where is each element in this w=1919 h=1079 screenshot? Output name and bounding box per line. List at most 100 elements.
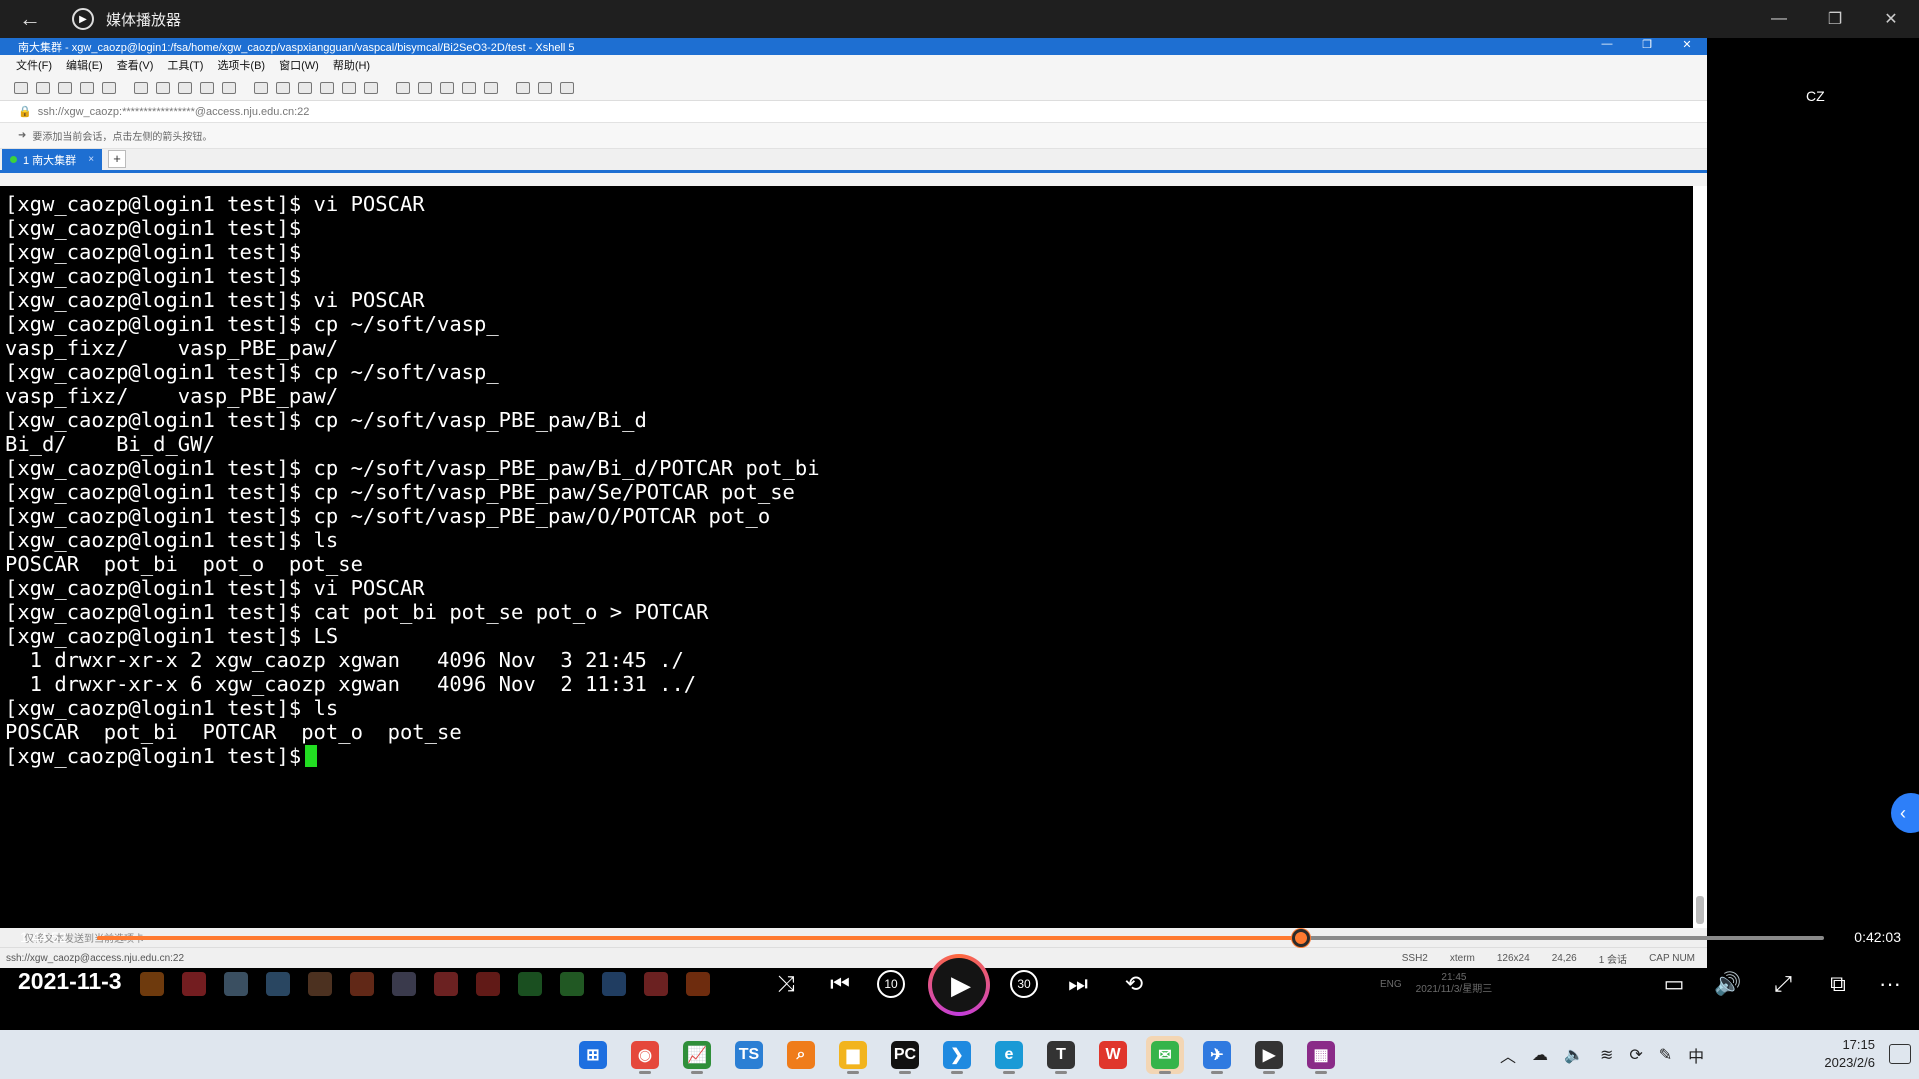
taskbar-apps: ⊞ ◉ 📈 TS ⌕ ▆ PC ❯ e T W ✉ ✈ ▶ ▦ [574,1036,1340,1074]
previous-icon[interactable]: ⏮ [822,966,858,1002]
video-tray-date: 2021/11/3/星期三 [1415,984,1493,995]
notification-icon[interactable] [1889,1044,1911,1064]
terminal-line: POSCAR pot_bi POTCAR pot_o pot_se [5,720,462,744]
taskbar-typora-icon[interactable]: T [1042,1036,1080,1074]
repeat-icon[interactable]: ⟲ [1116,966,1152,1002]
chrome-glyph: ◉ [631,1041,659,1069]
side-panel-label: CZ [1806,88,1825,104]
edge-glyph: e [995,1041,1023,1069]
windows-taskbar: ⊞ ◉ 📈 TS ⌕ ▆ PC ❯ e T W ✉ ✈ ▶ ▦ ︿ ☁ 🔈 ≋ ⟳ ✎ 中 17:15 20… [0,1030,1919,1079]
taskbar-pycharm-icon[interactable]: PC [886,1036,924,1074]
xshell-toolbar-icon [342,81,356,94]
video-ghost-app-icon [476,972,500,996]
video-ghost-app-icon [560,972,584,996]
xshell-toolbar-icon [440,81,454,94]
rewind-10-icon[interactable]: 10 [877,970,905,998]
subtitles-icon[interactable]: ▭ [1656,966,1692,1002]
taskbar-media-player-icon[interactable]: ▶ [1250,1036,1288,1074]
taskbar-search-icon[interactable]: ⌕ [782,1036,820,1074]
video-date-overlay: 2021-11-3 [18,968,122,994]
taskbar-wechat-icon[interactable]: ✉ [1146,1036,1184,1074]
tray-chevron-icon[interactable]: ︿ [1500,1043,1516,1067]
close-button[interactable]: ✕ [1863,0,1919,38]
taskbar-clock[interactable]: 17:15 2023/2/6 [1824,1036,1875,1072]
next-icon[interactable]: ⏭ [1060,966,1096,1002]
taskbar-ts-icon[interactable]: TS [730,1036,768,1074]
back-arrow-icon[interactable]: ← [0,0,60,38]
terminal-line: [xgw_caozp@login1 test]$ ls [5,696,339,720]
video-ghost-app-icon [518,972,542,996]
shuffle-icon[interactable]: ⤨ [768,966,804,1002]
xshell-toolbar-icon [222,81,236,94]
xshell-menu-item: 文件(F) [16,60,53,72]
sync-icon[interactable]: ⟳ [1629,1045,1642,1065]
terminal-line: [xgw_caozp@login1 test]$ cp ~/soft/vasp_… [5,456,820,480]
xshell-toolbar-icon [538,81,552,94]
media-player-glyph: ▶ [1255,1041,1283,1069]
xshell-toolbar-icon [200,81,214,94]
speaker-icon[interactable]: 🔈 [1564,1045,1584,1065]
ime-indicator[interactable]: 中 [1688,1043,1704,1067]
terminal-prompt: [xgw_caozp@login1 test]$ [5,744,302,768]
cloud-icon[interactable]: ☁ [1532,1045,1548,1065]
tab-close-icon: × [88,154,95,165]
system-tray: ︿ ☁ 🔈 ≋ ⟳ ✎ 中 [1500,1030,1704,1079]
taskbar-start-icon[interactable]: ⊞ [574,1036,612,1074]
taskbar-chrome-icon[interactable]: ◉ [626,1036,664,1074]
video-ghost-app-icon [686,972,710,996]
xshell-menu-item: 选项卡(B) [217,60,266,72]
xshell-toolbar-icon [102,81,116,94]
taskbar-wps-icon[interactable]: W [1094,1036,1132,1074]
video-ghost-app-icon [392,972,416,996]
restore-button[interactable]: ❐ [1807,0,1863,38]
forward-30-icon[interactable]: 30 [1010,970,1038,998]
video-tray-ghost: ENG 21:45 2021/11/3/星期三 [1380,972,1492,996]
taskbar-edge-icon[interactable]: e [990,1036,1028,1074]
side-collapse-icon[interactable]: ‹ [1891,793,1919,833]
terminal-line: [xgw_caozp@login1 test]$ vi POSCAR [5,288,425,312]
feishu-glyph: ✈ [1203,1041,1231,1069]
terminal-line: [xgw_caozp@login1 test]$ [5,216,302,240]
screen: ← ▶ 媒体播放器 — ❐ ✕ 南大集群 - xgw_caozp@login1:… [0,0,1919,1079]
taskbar-winrar-icon[interactable]: ▦ [1302,1036,1340,1074]
miniplayer-icon[interactable]: ⧉ [1820,966,1856,1002]
terminal-line: [xgw_caozp@login1 test]$ [5,264,302,288]
xshell-toolbar-icon [516,81,530,94]
playback-controls: 2021-11-3 ⤨ ⏮ 10 ▶ 30 ⏭ ⟲ ENG 21:45 2021… [0,952,1919,1016]
play-icon: ▶ [932,958,986,1012]
volume-icon[interactable]: 🔊 [1710,966,1746,1002]
more-options-icon[interactable]: ··· [1872,966,1908,1002]
typora-glyph: T [1047,1041,1075,1069]
seek-bar-thumb[interactable] [1291,929,1310,947]
pen-icon[interactable]: ✎ [1659,1045,1672,1065]
terminal-line: [xgw_caozp@login1 test]$ cat pot_bi pot_… [5,600,709,624]
video-taskbar-ghost [140,972,710,996]
wps-glyph: W [1099,1041,1127,1069]
xshell-titlebar: 南大集群 - xgw_caozp@login1:/fsa/home/xgw_ca… [0,38,1707,55]
terminal-line: Bi_d/ Bi_d_GW/ [5,432,215,456]
fullscreen-icon[interactable]: ⤢ [1765,966,1801,1002]
terminal-line: [xgw_caozp@login1 test]$ vi POSCAR [5,576,425,600]
seek-bar-progress [97,936,1301,940]
pycharm-glyph: PC [891,1041,919,1069]
taskbar-origin-icon[interactable]: 📈 [678,1036,716,1074]
xshell-window: 南大集群 - xgw_caozp@login1:/fsa/home/xgw_ca… [0,38,1707,968]
wifi-icon[interactable]: ≋ [1600,1045,1613,1065]
taskbar-feishu-icon[interactable]: ✈ [1198,1036,1236,1074]
seek-bar[interactable] [97,929,1824,947]
terminal-line: [xgw_caozp@login1 test]$ [5,240,302,264]
terminal-line: [xgw_caozp@login1 test]$ cp ~/soft/vasp_ [5,360,499,384]
terminal-line: vasp_fixz/ vasp_PBE_paw/ [5,336,339,360]
xshell-tab-label: 1 南大集群 [23,154,77,167]
total-time: 0:42:03 [1854,929,1901,945]
minimize-button[interactable]: — [1751,0,1807,38]
video-ghost-app-icon [182,972,206,996]
play-button[interactable]: ▶ [928,954,990,1016]
video-frame[interactable]: 南大集群 - xgw_caozp@login1:/fsa/home/xgw_ca… [0,38,1919,1030]
player-titlebar: ← ▶ 媒体播放器 — ❐ ✕ [0,0,1919,38]
taskbar-vscode-icon[interactable]: ❯ [938,1036,976,1074]
taskbar-files-icon[interactable]: ▆ [834,1036,872,1074]
video-tray-lang: ENG [1380,978,1402,990]
terminal-line: 1 drwxr-xr-x 2 xgw_caozp xgwan 4096 Nov … [5,648,684,672]
origin-glyph: 📈 [683,1041,711,1069]
